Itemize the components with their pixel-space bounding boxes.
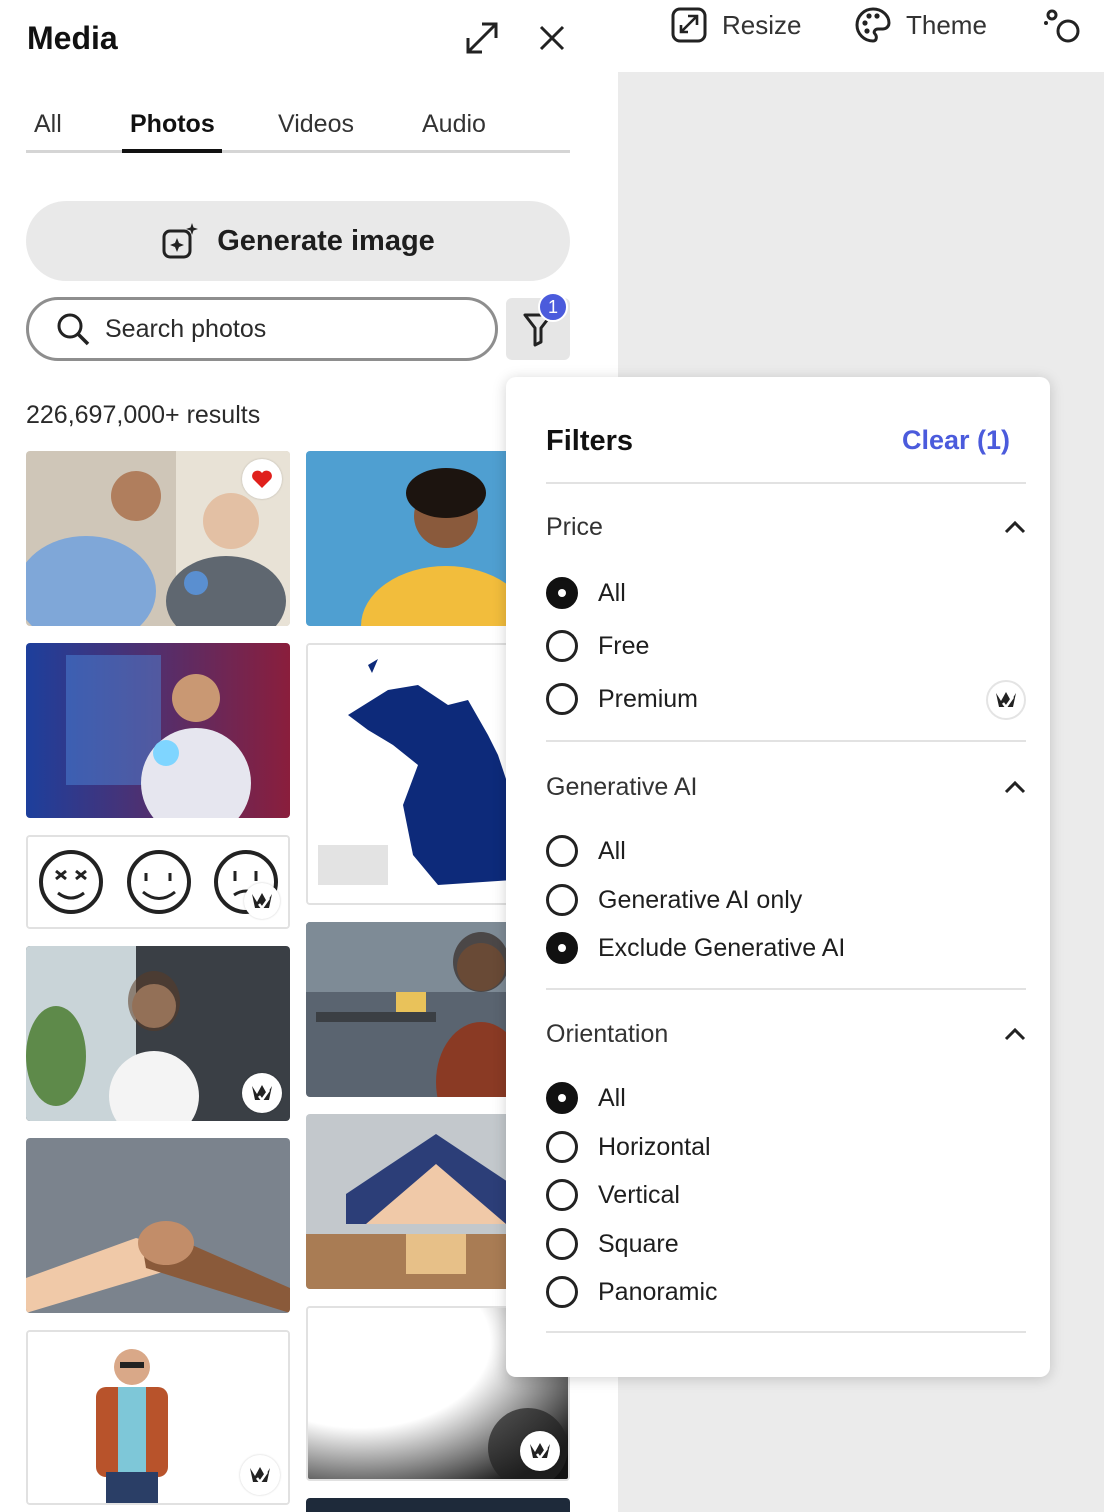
photo-thumbnail[interactable] (26, 1330, 290, 1505)
option-label: Free (598, 631, 650, 660)
expand-button[interactable] (460, 16, 504, 60)
sparkle-image-icon (162, 223, 199, 259)
option-orientation-all[interactable]: All (546, 1078, 626, 1118)
palette-icon (855, 7, 891, 43)
radio-checked[interactable] (546, 1082, 578, 1114)
option-orientation-square[interactable]: Square (546, 1224, 679, 1264)
section-header-generative-ai[interactable]: Generative AI (546, 767, 1026, 807)
option-orientation-panoramic[interactable]: Panoramic (546, 1272, 718, 1312)
premium-crown-icon (242, 1073, 282, 1113)
resize-label: Resize (722, 9, 802, 40)
option-price-all[interactable]: All (546, 573, 626, 613)
tab-all[interactable]: All (34, 110, 62, 139)
section-header-orientation[interactable]: Orientation (546, 1014, 1026, 1054)
photo-thumbnail[interactable] (26, 643, 290, 818)
premium-crown-icon (986, 680, 1026, 720)
option-price-premium[interactable]: Premium (546, 679, 698, 719)
option-genai-all[interactable]: All (546, 831, 626, 871)
chevron-up-icon (1004, 1027, 1026, 1041)
radio-checked[interactable] (546, 932, 578, 964)
photo-thumbnail[interactable] (26, 1138, 290, 1313)
section-header-price[interactable]: Price (546, 507, 1026, 547)
option-label: All (598, 1083, 626, 1112)
radio-unchecked[interactable] (546, 1276, 578, 1308)
divider (546, 740, 1026, 742)
option-label: Exclude Generative AI (598, 933, 846, 962)
filter-button[interactable]: 1 (506, 292, 570, 360)
premium-crown-icon (244, 883, 280, 919)
animate-icon (1044, 9, 1080, 43)
section-label: Generative AI (546, 772, 698, 801)
option-label: Premium (598, 684, 699, 713)
expand-icon (466, 22, 498, 54)
option-label: Generative AI only (598, 885, 803, 914)
tab-audio[interactable]: Audio (422, 110, 486, 139)
search-box (26, 297, 498, 361)
premium-crown-icon (520, 1431, 560, 1471)
theme-label: Theme (906, 9, 987, 40)
search-input[interactable] (105, 314, 465, 344)
clear-filters-link[interactable]: Clear (1) (902, 425, 1010, 456)
filters-popover: Filters Clear (1) Price All Free Premium… (506, 377, 1050, 1377)
radio-unchecked[interactable] (546, 1131, 578, 1163)
tab-videos[interactable]: Videos (278, 110, 354, 139)
option-genai-only[interactable]: Generative AI only (546, 880, 802, 920)
top-toolbar: Resize Theme (618, 0, 1104, 72)
radio-checked[interactable] (546, 577, 578, 609)
divider (546, 482, 1026, 484)
animate-button[interactable] (1042, 0, 1096, 50)
radio-unchecked[interactable] (546, 835, 578, 867)
radio-unchecked[interactable] (546, 683, 578, 715)
filter-count-badge: 1 (538, 292, 568, 322)
radio-unchecked[interactable] (546, 630, 578, 662)
section-label: Orientation (546, 1019, 669, 1048)
option-label: All (598, 578, 626, 607)
photo-thumbnail[interactable] (306, 1498, 570, 1512)
premium-crown-icon (240, 1455, 280, 1495)
generate-image-button[interactable]: Generate image (26, 201, 570, 281)
option-price-free[interactable]: Free (546, 626, 649, 666)
option-label: Square (598, 1229, 679, 1258)
chevron-up-icon (1004, 520, 1026, 534)
resize-button[interactable]: Resize (670, 0, 801, 50)
divider (546, 1331, 1026, 1333)
photo-thumbnail[interactable] (26, 946, 290, 1121)
option-orientation-vertical[interactable]: Vertical (546, 1175, 680, 1215)
radio-unchecked[interactable] (546, 1228, 578, 1260)
radio-unchecked[interactable] (546, 884, 578, 916)
resize-icon (671, 7, 707, 43)
radio-unchecked[interactable] (546, 1179, 578, 1211)
option-label: All (598, 836, 626, 865)
theme-button[interactable]: Theme (854, 0, 987, 50)
close-icon (539, 25, 565, 51)
section-label: Price (546, 512, 603, 541)
photo-thumbnail[interactable] (26, 451, 290, 626)
close-button[interactable] (530, 16, 574, 60)
generate-image-label: Generate image (217, 224, 435, 257)
results-count: 226,697,000+ results (26, 401, 261, 429)
chevron-up-icon (1004, 780, 1026, 794)
panel-title: Media (27, 20, 118, 56)
media-tabs: All Photos Videos Audio (26, 100, 570, 153)
active-tab-indicator (122, 149, 222, 153)
divider (546, 988, 1026, 990)
option-label: Panoramic (598, 1277, 718, 1306)
option-genai-exclude[interactable]: Exclude Generative AI (546, 928, 845, 968)
option-label: Vertical (598, 1180, 680, 1209)
tab-photos[interactable]: Photos (130, 110, 215, 139)
option-label: Horizontal (598, 1132, 711, 1161)
option-orientation-horizontal[interactable]: Horizontal (546, 1127, 711, 1167)
search-icon (57, 313, 90, 346)
photo-thumbnail[interactable] (26, 835, 290, 929)
favorite-heart-icon[interactable] (242, 459, 282, 499)
filters-title: Filters (546, 425, 634, 457)
